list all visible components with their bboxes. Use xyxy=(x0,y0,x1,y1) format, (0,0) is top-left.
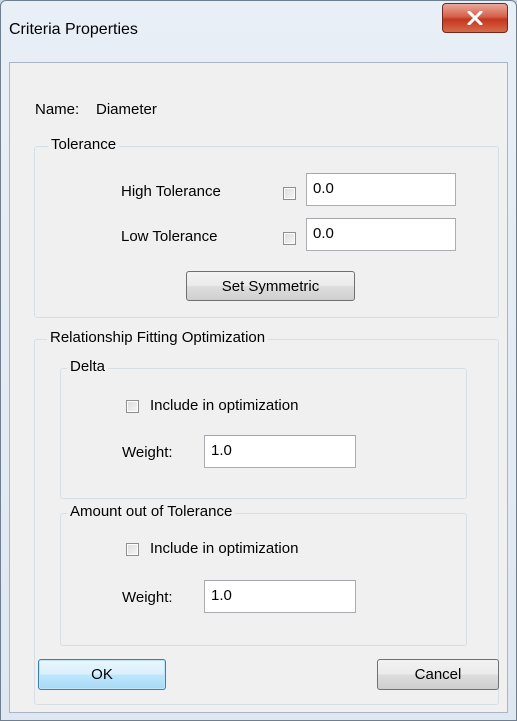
ok-button[interactable]: OK xyxy=(38,659,166,690)
close-icon xyxy=(467,11,483,25)
delta-include-label[interactable]: Include in optimization xyxy=(150,397,298,414)
optimization-legend: Relationship Fitting Optimization xyxy=(47,329,269,346)
amount-out-weight-input[interactable]: 1.0 xyxy=(204,580,356,613)
set-symmetric-button[interactable]: Set Symmetric xyxy=(186,271,355,301)
tolerance-legend: Tolerance xyxy=(48,136,120,153)
title-bar[interactable]: Criteria Properties xyxy=(1,1,516,61)
low-tolerance-label: Low Tolerance xyxy=(121,228,218,245)
window-title: Criteria Properties xyxy=(9,21,138,38)
dialog-body: Name: Diameter Tolerance High Tolerance … xyxy=(9,62,508,713)
delta-weight-label: Weight: xyxy=(122,444,173,461)
delta-group xyxy=(60,368,467,499)
low-tolerance-input[interactable]: 0.0 xyxy=(306,218,456,251)
criteria-properties-dialog: Criteria Properties Name: Diameter Toler… xyxy=(0,0,517,721)
delta-legend: Delta xyxy=(67,358,109,375)
delta-weight-input[interactable]: 1.0 xyxy=(204,435,356,468)
amount-out-legend: Amount out of Tolerance xyxy=(67,503,236,520)
high-tolerance-checkbox[interactable] xyxy=(283,187,296,200)
name-value: Diameter xyxy=(96,101,157,118)
close-button[interactable] xyxy=(442,3,508,33)
low-tolerance-checkbox[interactable] xyxy=(283,232,296,245)
cancel-button[interactable]: Cancel xyxy=(377,659,499,690)
delta-include-checkbox[interactable] xyxy=(126,400,139,413)
amount-out-weight-label: Weight: xyxy=(122,589,173,606)
high-tolerance-input[interactable]: 0.0 xyxy=(306,173,456,206)
amount-out-include-checkbox[interactable] xyxy=(126,543,139,556)
name-label: Name: xyxy=(35,101,80,118)
high-tolerance-label: High Tolerance xyxy=(121,183,221,200)
amount-out-include-label[interactable]: Include in optimization xyxy=(150,540,298,557)
